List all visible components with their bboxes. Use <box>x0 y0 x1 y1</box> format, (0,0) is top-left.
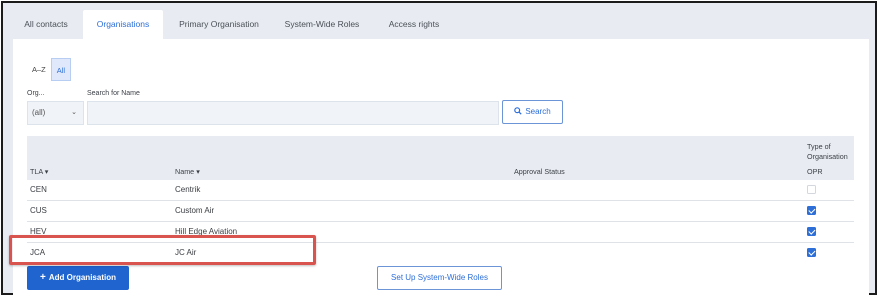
opr-checkbox[interactable] <box>807 248 816 257</box>
add-organisation-label: Add Organisation <box>48 273 116 282</box>
app-window: All contacts Organisations Primary Organ… <box>1 1 877 296</box>
search-button[interactable]: Search <box>502 100 563 124</box>
search-input[interactable] <box>87 101 499 125</box>
org-select[interactable]: (all) ⌄ <box>27 101 84 125</box>
table-row[interactable]: CUS Custom Air <box>27 201 854 222</box>
search-icon <box>514 107 522 115</box>
opr-checkbox[interactable] <box>807 227 816 236</box>
tab-primary-organisation[interactable]: Primary Organisation <box>167 10 271 39</box>
col-name-header[interactable]: Name ▾ <box>175 167 200 176</box>
tab-bar: All contacts Organisations Primary Organ… <box>3 10 875 39</box>
tla-cell: CUS <box>30 206 47 215</box>
col-opr-header: OPR <box>807 167 823 176</box>
col-tla-header[interactable]: TLA ▾ <box>30 167 48 176</box>
tab-system-wide-roles[interactable]: System-Wide Roles <box>274 10 370 39</box>
tab-all-contacts[interactable]: All contacts <box>11 10 81 39</box>
tla-cell: CEN <box>30 185 47 194</box>
sort-down-icon: ▾ <box>196 167 200 176</box>
type-of-organisation-header: Type of Organisation <box>807 142 848 161</box>
tab-organisations[interactable]: Organisations <box>83 10 163 39</box>
table-header: Type of Organisation TLA ▾ Name ▾ Approv… <box>27 136 854 180</box>
add-organisation-button[interactable]: + Add Organisation <box>27 266 129 290</box>
sort-down-icon: ▾ <box>44 167 49 176</box>
all-button[interactable]: All <box>50 58 72 81</box>
az-button[interactable]: A–Z <box>27 58 51 81</box>
plus-icon: + <box>40 272 46 283</box>
tab-access-rights[interactable]: Access rights <box>375 10 453 39</box>
opr-checkbox[interactable] <box>807 185 816 194</box>
setup-system-wide-roles-button[interactable]: Set Up System-Wide Roles <box>377 266 502 290</box>
table-row[interactable]: CEN Centrik <box>27 180 854 201</box>
row-highlight-annotation <box>9 235 316 265</box>
opr-checkbox[interactable] <box>807 206 816 215</box>
org-filter-label: Org... <box>27 90 45 97</box>
search-label: Search for Name <box>87 90 140 97</box>
chevron-down-icon: ⌄ <box>71 109 77 116</box>
name-cell: Custom Air <box>175 206 215 215</box>
name-cell: Centrik <box>175 185 201 194</box>
search-button-label: Search <box>525 107 551 116</box>
az-filter: A–Z All <box>27 58 72 81</box>
col-approval-status-header: Approval Status <box>514 167 565 176</box>
org-select-value: (all) <box>32 108 46 117</box>
